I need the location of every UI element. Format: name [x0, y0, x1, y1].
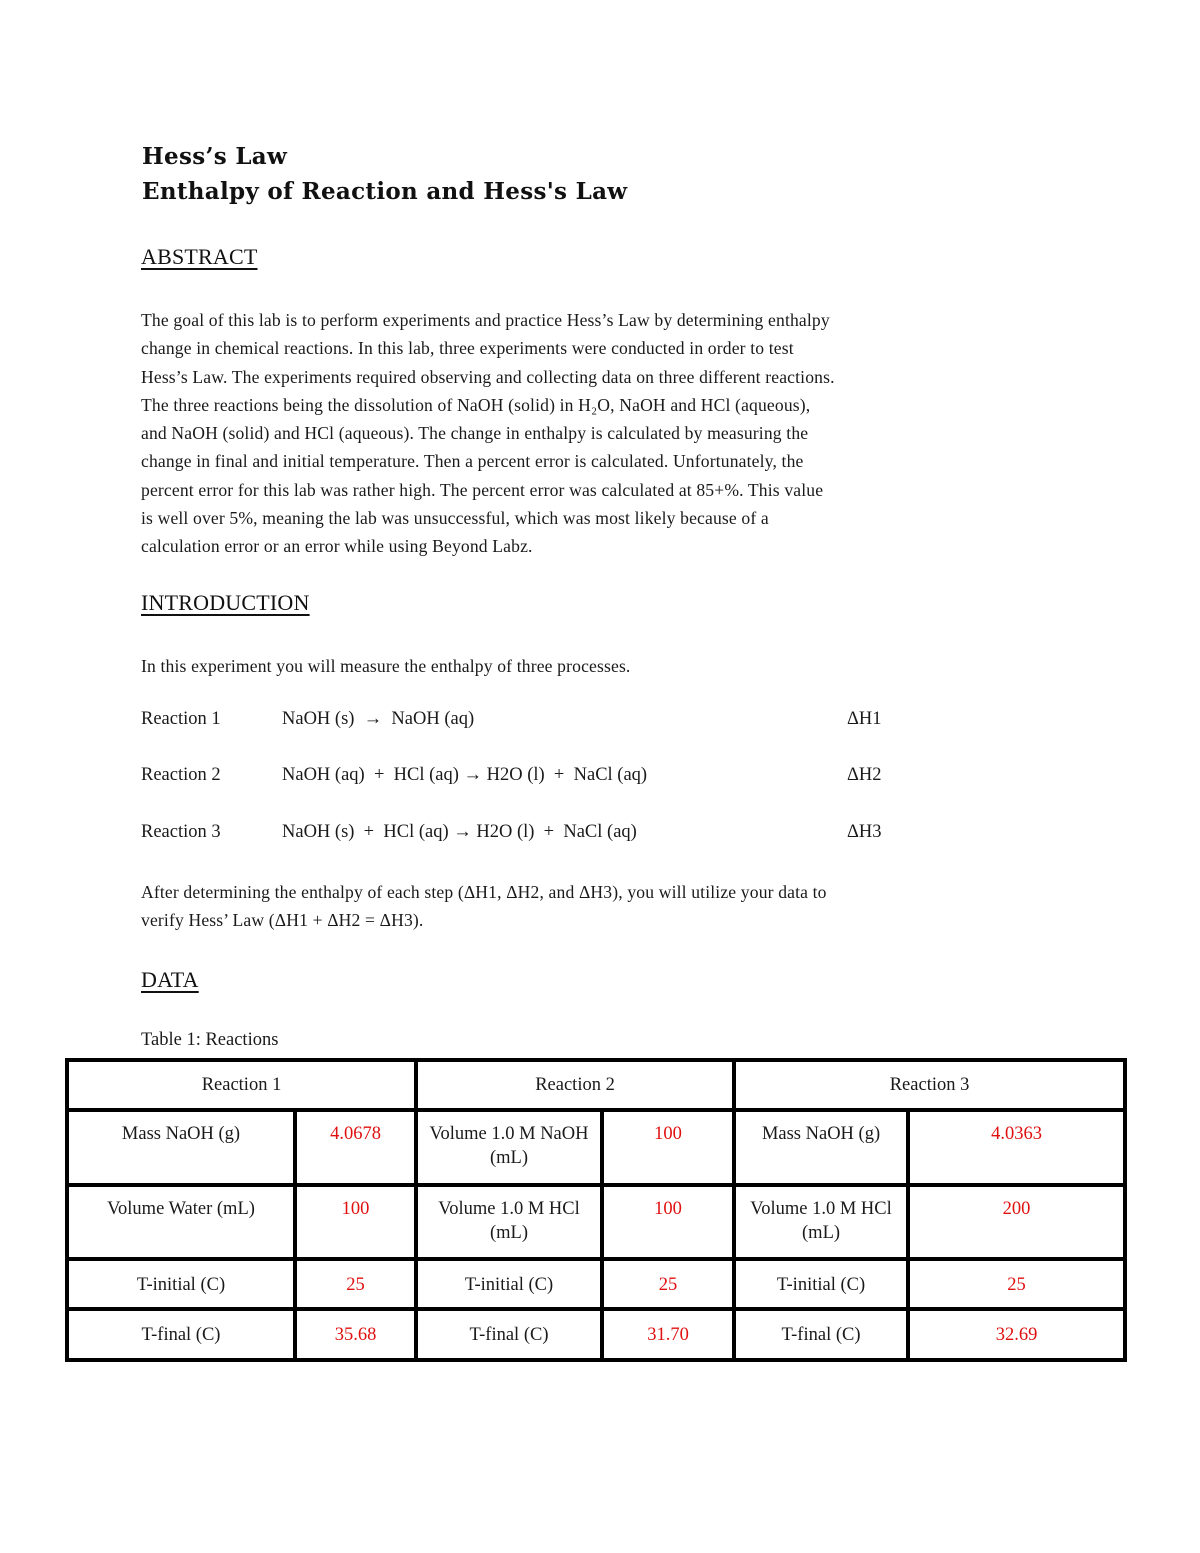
reaction-row: Reaction 3 NaOH (s) + HCl (aq) → H2O (l)… — [141, 822, 901, 850]
reaction-label: Reaction 1 — [141, 709, 221, 729]
document-title: Hess’s Law — [142, 143, 288, 170]
measurement-label: Mass NaOH (g) — [65, 1108, 297, 1187]
measurement-value: 35.68 — [292, 1307, 419, 1362]
measurement-label: Volume Water (mL) — [65, 1183, 297, 1261]
reaction-equation: NaOH (s) → NaOH (aq) — [282, 709, 475, 729]
table-row: T-final (C) 35.68 T-final (C) 31.70 T-fi… — [65, 1307, 1128, 1362]
measurement-label: Mass NaOH (g) — [732, 1108, 911, 1187]
measurement-value: 4.0363 — [906, 1108, 1128, 1187]
table-row: Mass NaOH (g) 4.0678 Volume 1.0 M NaOH (… — [65, 1108, 1128, 1187]
measurement-label: T-initial (C) — [65, 1257, 297, 1311]
reaction-equation: NaOH (aq) + HCl (aq) → H2O (l) + NaCl (a… — [282, 765, 648, 785]
abstract-line: calculation error or an error while usin… — [141, 536, 533, 557]
abstract-line: and NaOH (solid) and HCl (aqueous). The … — [141, 423, 809, 444]
reaction-row: Reaction 2 NaOH (aq) + HCl (aq) → H2O (l… — [141, 765, 901, 793]
measurement-label: T-final (C) — [732, 1307, 911, 1362]
reaction-enthalpy-symbol: ΔH3 — [847, 822, 882, 842]
table-header-cell: Reaction 2 — [414, 1058, 737, 1112]
reactions-table: Reaction 1 Reaction 2 Reaction 3 Mass Na… — [64, 1058, 1128, 1362]
reaction-enthalpy-symbol: ΔH1 — [847, 709, 882, 729]
measurement-value: 100 — [292, 1183, 419, 1261]
abstract-line: Hess’s Law. The experiments required obs… — [141, 366, 835, 387]
measurement-value: 25 — [906, 1257, 1128, 1311]
measurement-value: 25 — [600, 1257, 737, 1311]
measurement-value: 32.69 — [906, 1307, 1128, 1362]
abstract-line: is well over 5%, meaning the lab was uns… — [141, 508, 769, 529]
reaction-row: Reaction 1 NaOH (s) → NaOH (aq) ΔH1 — [141, 709, 901, 737]
table-row: Volume Water (mL) 100 Volume 1.0 M HCl (… — [65, 1183, 1128, 1261]
reaction-label: Reaction 3 — [141, 822, 221, 842]
measurement-value: 25 — [292, 1257, 419, 1311]
abstract-paragraph: The goal of this lab is to perform exper… — [141, 306, 1071, 561]
measurement-label: Volume 1.0 M HCl (mL) — [414, 1183, 605, 1261]
table-header-row: Reaction 1 Reaction 2 Reaction 3 — [64, 1058, 1128, 1112]
measurement-value: 100 — [600, 1108, 737, 1187]
abstract-line: change in final and initial temperature.… — [141, 451, 804, 472]
table-caption: Table 1: Reactions — [141, 1030, 279, 1050]
reaction-label: Reaction 2 — [141, 765, 221, 785]
introduction-heading: INTRODUCTION — [141, 590, 310, 615]
table-header-cell: Reaction 1 — [64, 1058, 419, 1112]
introduction-lead: In this experiment you will measure the … — [141, 656, 631, 676]
table-header-cell: Reaction 3 — [732, 1058, 1128, 1112]
closing-line: verify Hess’ Law (ΔH1 + ΔH2 = ΔH3). — [141, 910, 424, 931]
abstract-line: The goal of this lab is to perform exper… — [141, 310, 830, 330]
data-heading: DATA — [141, 967, 199, 992]
measurement-value: 200 — [906, 1183, 1128, 1261]
closing-line: After determining the enthalpy of each s… — [141, 882, 827, 902]
reaction-equation: NaOH (s) + HCl (aq) → H2O (l) + NaCl (aq… — [282, 822, 637, 842]
measurement-value: 100 — [600, 1183, 737, 1261]
document-page: Hess’s Law Enthalpy of Reaction and Hess… — [0, 0, 1200, 1553]
table-row: T-initial (C) 25 T-initial (C) 25 T-init… — [65, 1257, 1128, 1311]
measurement-label: T-initial (C) — [732, 1257, 911, 1311]
abstract-line: The three reactions being the dissolutio… — [141, 394, 811, 415]
measurement-label: Volume 1.0 M HCl (mL) — [732, 1183, 911, 1261]
measurement-label: Volume 1.0 M NaOH (mL) — [414, 1108, 605, 1187]
abstract-line: percent error for this lab was rather hi… — [141, 479, 824, 500]
measurement-value: 4.0678 — [292, 1108, 419, 1187]
measurement-label: T-final (C) — [414, 1307, 605, 1362]
measurement-value: 31.70 — [600, 1307, 737, 1362]
abstract-heading: ABSTRACT — [141, 244, 258, 269]
abstract-line: change in chemical reactions. In this la… — [141, 338, 794, 359]
measurement-label: T-initial (C) — [414, 1257, 605, 1311]
reaction-enthalpy-symbol: ΔH2 — [847, 765, 882, 785]
measurement-label: T-final (C) — [65, 1307, 297, 1362]
introduction-closing: After determining the enthalpy of each s… — [141, 878, 1071, 935]
document-subtitle: Enthalpy of Reaction and Hess's Law — [142, 178, 628, 205]
